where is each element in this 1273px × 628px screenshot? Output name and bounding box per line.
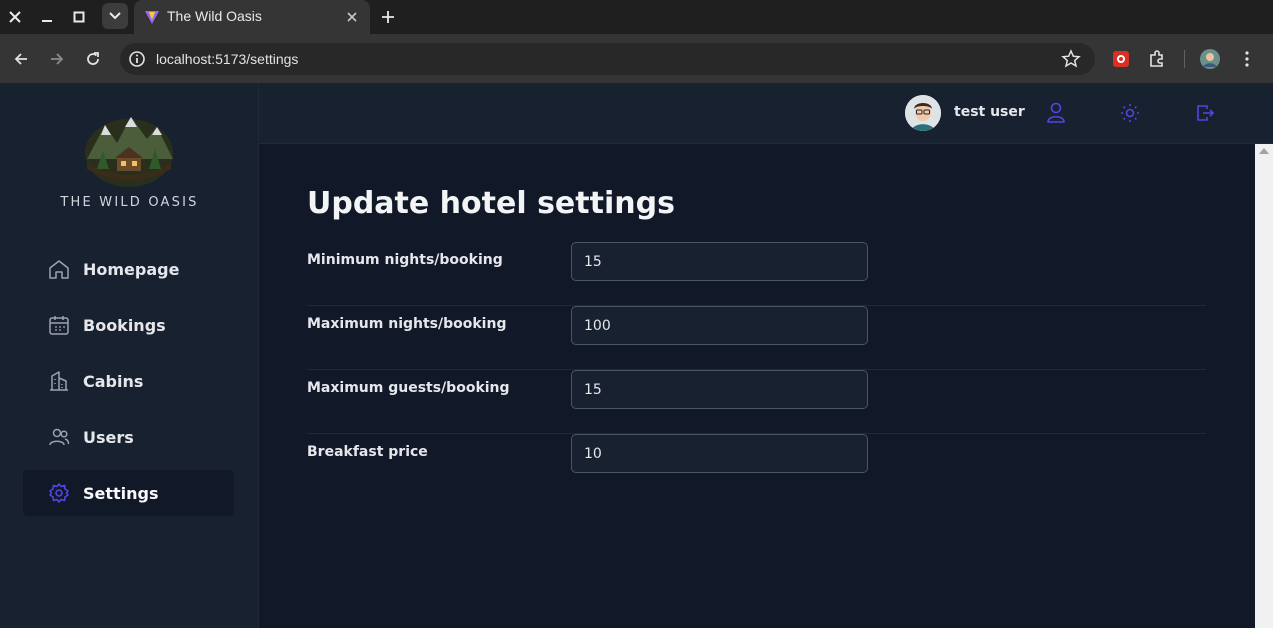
sidebar-item-label: Users bbox=[83, 427, 134, 447]
url-text: localhost:5173/settings bbox=[156, 51, 299, 67]
settings-form: Minimum nights/booking Maximum nights/bo… bbox=[307, 242, 1206, 498]
close-window-icon[interactable] bbox=[3, 5, 27, 29]
account-button[interactable] bbox=[1044, 101, 1068, 125]
calendar-icon bbox=[47, 313, 71, 337]
main-content: Update hotel settings Minimum nights/boo… bbox=[259, 144, 1255, 628]
sidebar-item-users[interactable]: Users bbox=[23, 414, 234, 460]
breakfast-price-label: Breakfast price bbox=[307, 444, 428, 460]
forward-icon[interactable] bbox=[44, 46, 70, 72]
vite-favicon-icon bbox=[145, 11, 159, 24]
browser-titlebar: The Wild Oasis bbox=[0, 0, 1273, 34]
max-nights-input[interactable] bbox=[571, 306, 868, 345]
logout-button[interactable] bbox=[1193, 101, 1217, 125]
avatar bbox=[905, 95, 941, 131]
back-icon[interactable] bbox=[8, 46, 34, 72]
reload-icon[interactable] bbox=[80, 46, 106, 72]
wild-oasis-logo bbox=[85, 117, 173, 187]
tab-close-icon[interactable] bbox=[342, 7, 362, 27]
form-row-max-guests: Maximum guests/booking bbox=[307, 370, 1206, 434]
sidebar-item-label: Settings bbox=[83, 483, 159, 503]
extension-icon[interactable] bbox=[1109, 47, 1133, 71]
sidebar-item-homepage[interactable]: Homepage bbox=[23, 246, 234, 292]
browser-menu-icon[interactable] bbox=[1235, 47, 1259, 71]
breakfast-price-input[interactable] bbox=[571, 434, 868, 473]
browser-tab[interactable]: The Wild Oasis bbox=[134, 0, 370, 34]
page-scrollbar[interactable] bbox=[1255, 144, 1273, 628]
sidebar-item-cabins[interactable]: Cabins bbox=[23, 358, 234, 404]
new-tab-icon[interactable] bbox=[376, 5, 400, 29]
chevron-down-icon bbox=[109, 12, 121, 20]
users-icon bbox=[47, 425, 71, 449]
max-nights-label: Maximum nights/booking bbox=[307, 316, 507, 332]
page-title: Update hotel settings bbox=[307, 186, 675, 221]
profile-avatar-icon[interactable] bbox=[1198, 47, 1222, 71]
address-bar[interactable]: localhost:5173/settings bbox=[120, 43, 1095, 75]
user-icon bbox=[1047, 102, 1065, 123]
scroll-up-icon[interactable] bbox=[1259, 148, 1269, 154]
home-icon bbox=[47, 257, 71, 281]
sun-icon bbox=[1121, 104, 1139, 122]
sidebar-item-label: Homepage bbox=[83, 259, 180, 279]
toolbar-separator bbox=[1184, 50, 1185, 68]
gear-icon bbox=[47, 481, 71, 505]
minimize-window-icon[interactable] bbox=[35, 5, 59, 29]
tab-search-button[interactable] bbox=[102, 3, 128, 29]
max-guests-label: Maximum guests/booking bbox=[307, 380, 510, 396]
min-nights-label: Minimum nights/booking bbox=[307, 252, 503, 268]
sidebar-item-label: Cabins bbox=[83, 371, 144, 391]
browser-toolbar: localhost:5173/settings bbox=[0, 34, 1273, 83]
site-info-icon[interactable] bbox=[128, 50, 146, 68]
dark-mode-toggle[interactable] bbox=[1118, 101, 1142, 125]
form-row-min-nights: Minimum nights/booking bbox=[307, 242, 1206, 306]
maximize-window-icon[interactable] bbox=[67, 5, 91, 29]
logout-icon bbox=[1197, 105, 1215, 121]
main-nav: Homepage Bookings Cabins Users Settings bbox=[23, 246, 234, 526]
puzzle-extensions-icon[interactable] bbox=[1145, 47, 1169, 71]
form-row-breakfast-price: Breakfast price bbox=[307, 434, 1206, 498]
app-header: test user bbox=[259, 83, 1273, 144]
min-nights-input[interactable] bbox=[571, 242, 868, 281]
sidebar: THE WILD OASIS Homepage Bookings Cabins … bbox=[0, 83, 259, 628]
sidebar-item-settings[interactable]: Settings bbox=[23, 470, 234, 516]
form-row-max-nights: Maximum nights/booking bbox=[307, 306, 1206, 370]
sidebar-item-bookings[interactable]: Bookings bbox=[23, 302, 234, 348]
brand-name: THE WILD OASIS bbox=[60, 195, 199, 210]
building-icon bbox=[47, 369, 71, 393]
tab-title: The Wild Oasis bbox=[167, 8, 262, 24]
bookmark-star-icon[interactable] bbox=[1061, 49, 1081, 69]
max-guests-input[interactable] bbox=[571, 370, 868, 409]
sidebar-item-label: Bookings bbox=[83, 315, 166, 335]
username: test user bbox=[954, 104, 1025, 120]
